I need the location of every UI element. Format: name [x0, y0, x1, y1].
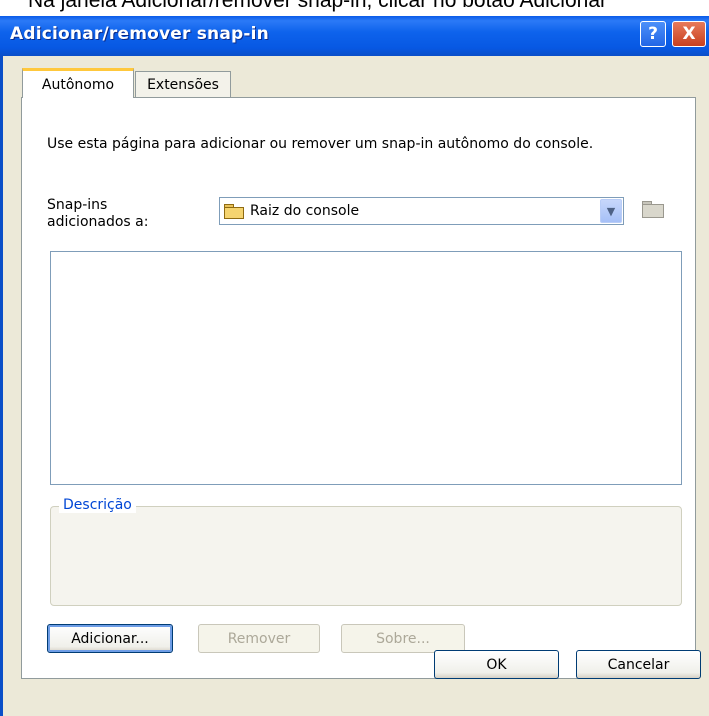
ok-button-label: OK	[486, 656, 507, 673]
snapins-label: Snap-ins adicionados a:	[47, 197, 167, 231]
chevron-down-icon[interactable]: ▼	[600, 199, 622, 223]
add-button[interactable]: Adicionar...	[47, 624, 173, 653]
ok-button[interactable]: OK	[434, 650, 559, 679]
folder-up-icon[interactable]	[642, 201, 664, 218]
caption-text: Na janela Adicionar/remover snap-in, cli…	[28, 0, 607, 12]
window-title: Adicionar/remover snap-in	[10, 24, 269, 44]
folder-icon	[224, 204, 244, 219]
cancel-button-label: Cancelar	[607, 656, 670, 673]
snapin-parent-combo[interactable]: Raiz do console ▼	[219, 197, 624, 225]
help-button[interactable]: ?	[640, 21, 666, 47]
description-group: Descrição	[50, 497, 682, 606]
tab-label: Extensões	[147, 77, 219, 93]
snapin-list[interactable]	[50, 251, 682, 485]
about-button[interactable]: Sobre...	[341, 624, 465, 653]
add-button-label: Adicionar...	[71, 630, 149, 647]
close-button[interactable]: X	[672, 21, 706, 47]
title-bar[interactable]: Adicionar/remover snap-in ? X	[0, 16, 709, 56]
description-label: Descrição	[59, 497, 136, 513]
about-button-label: Sobre...	[376, 630, 430, 647]
window-border	[0, 56, 3, 716]
combo-value: Raiz do console	[250, 203, 360, 219]
tab-autonomo[interactable]: Autônomo	[22, 68, 134, 98]
cancel-button[interactable]: Cancelar	[576, 650, 701, 679]
tab-label: Autônomo	[41, 76, 115, 93]
snapins-label-text: Snap-ins adicionados a:	[47, 197, 149, 230]
intro-text: Use esta página para adicionar ou remove…	[47, 136, 594, 152]
help-icon: ?	[648, 24, 658, 44]
remove-button-label: Remover	[227, 630, 291, 647]
remove-button[interactable]: Remover	[198, 624, 320, 653]
dialog-window: Adicionar/remover snap-in ? X Autônomo E…	[0, 16, 709, 716]
tab-panel: Use esta página para adicionar ou remove…	[21, 97, 696, 679]
tab-extensoes[interactable]: Extensões	[135, 71, 231, 98]
close-icon: X	[682, 24, 696, 44]
